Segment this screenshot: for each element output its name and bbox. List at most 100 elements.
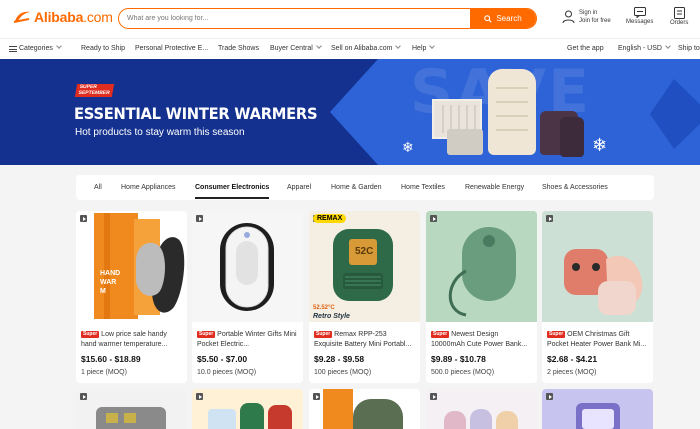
snowflake-icon: ❄ <box>592 135 608 155</box>
super-badge: Super <box>547 331 566 338</box>
video-play-icon <box>313 393 320 400</box>
product-card[interactable] <box>192 389 303 429</box>
product-moq: 500.0 pieces (MOQ) <box>431 369 495 376</box>
video-play-icon <box>196 393 203 400</box>
alibaba-logo[interactable]: Alibaba.com <box>12 9 113 25</box>
remax-brand-logo: REMAX <box>313 214 347 223</box>
video-play-icon <box>80 215 87 222</box>
product-moq: 1 piece (MOQ) <box>81 369 127 376</box>
super-september-badge: SUPER SEPTEMBER <box>74 84 115 97</box>
product-moq: 2 pieces (MOQ) <box>547 369 597 376</box>
chevron-down-icon <box>395 43 402 49</box>
temperature-label: 52.52°C <box>313 305 335 311</box>
product-title: Super Portable Winter Gifts Mini Pocket E… <box>197 331 297 348</box>
category-tabs: All Home Appliances Consumer Electronics… <box>76 175 654 200</box>
orders-icon <box>673 7 685 19</box>
product-card[interactable] <box>542 389 653 429</box>
product-card[interactable]: Super Newest Design 10000mAh Cute Power B… <box>426 211 537 383</box>
product-image <box>426 211 537 322</box>
snowflake-icon: ❄ <box>402 139 414 155</box>
product-price: $15.60 - $18.89 <box>81 354 141 364</box>
logo-text: Alibaba.com <box>34 9 113 25</box>
product-image <box>192 389 303 429</box>
video-play-icon <box>80 393 87 400</box>
tab-all[interactable]: All <box>94 184 102 191</box>
search-bar: Search <box>118 8 537 29</box>
orders-link[interactable]: Orders <box>670 7 688 26</box>
banner-headline: ESSENTIAL WINTER WARMERS <box>74 104 318 123</box>
nav-trade-shows[interactable]: Trade Shows <box>218 45 259 52</box>
product-card[interactable] <box>426 389 537 429</box>
tab-home-garden[interactable]: Home & Garden <box>331 184 382 191</box>
signin-label: Sign in <box>579 10 598 16</box>
search-icon <box>484 14 492 23</box>
nav-ship-to[interactable]: Ship to <box>678 45 700 52</box>
product-image <box>192 211 303 322</box>
nav-help[interactable]: Help <box>412 43 436 52</box>
product-image <box>542 389 653 429</box>
banner-subheadline: Hot products to stay warm this season <box>75 127 245 138</box>
product-card[interactable]: Super Portable Winter Gifts Mini Pocket E… <box>192 211 303 383</box>
product-price: $9.28 - $9.58 <box>314 354 365 364</box>
nav-ready-to-ship[interactable]: Ready to Ship <box>81 45 125 52</box>
product-card[interactable]: REMAX 52C 52.52°C Retro Style Super Remax… <box>309 211 420 383</box>
search-button[interactable]: Search <box>470 9 536 28</box>
product-price: $9.89 - $10.78 <box>431 354 486 364</box>
nav-language[interactable]: English - USD <box>618 43 671 52</box>
product-image: REMAX 52C 52.52°C Retro Style <box>309 211 420 322</box>
video-play-icon <box>430 215 437 222</box>
nav-get-app[interactable]: Get the app <box>567 45 604 52</box>
nav-ppe[interactable]: Personal Protective E... <box>135 45 208 52</box>
product-moq: 100 pieces (MOQ) <box>314 369 372 376</box>
product-title: Super Low price sale handy hand warmer te… <box>81 331 168 348</box>
product-image <box>542 211 653 322</box>
nav-categories[interactable]: Categories <box>19 43 62 52</box>
alibaba-logo-icon <box>12 9 32 25</box>
join-label: Join for free <box>579 18 611 24</box>
tab-home-appliances[interactable]: Home Appliances <box>121 184 175 191</box>
tab-consumer-electronics[interactable]: Consumer Electronics <box>195 184 270 199</box>
product-image <box>426 389 537 429</box>
signin-link[interactable]: Sign in Join for free <box>562 9 611 25</box>
tab-apparel[interactable]: Apparel <box>287 184 311 191</box>
video-play-icon <box>430 393 437 400</box>
top-header: Alibaba.com Search Sign in Join for free… <box>0 0 700 38</box>
display-readout: 52C <box>355 246 374 257</box>
video-play-icon <box>546 215 553 222</box>
product-moq: 10.0 pieces (MOQ) <box>197 369 257 376</box>
messages-label: Messages <box>626 19 654 25</box>
super-badge: Super <box>197 331 216 338</box>
product-card[interactable] <box>76 389 187 429</box>
promo-banner[interactable]: SAVE SUPER SEPTEMBER ESSENTIAL WINTER WA… <box>0 59 700 165</box>
menu-icon <box>9 46 17 52</box>
product-image <box>309 389 420 429</box>
retro-style-label: Retro Style <box>313 313 350 320</box>
product-card[interactable]: HAND WARM Super Low price sale handy hand… <box>76 211 187 383</box>
heater-image <box>447 129 483 155</box>
chevron-down-icon <box>665 43 671 49</box>
tab-home-textiles[interactable]: Home Textiles <box>401 184 445 191</box>
nav-bar: Categories Ready to Ship Personal Protec… <box>0 38 700 59</box>
chevron-down-icon <box>429 43 436 49</box>
tab-renewable-energy[interactable]: Renewable Energy <box>465 184 524 191</box>
nav-buyer-central[interactable]: Buyer Central <box>270 43 322 52</box>
search-button-label: Search <box>496 14 522 23</box>
tab-shoes-accessories[interactable]: Shoes & Accessories <box>542 184 608 191</box>
chevron-down-icon <box>315 43 322 49</box>
super-badge: Super <box>431 331 450 338</box>
super-badge: Super <box>81 331 100 338</box>
messages-link[interactable]: Messages <box>626 7 653 25</box>
super-badge: Super <box>314 331 333 338</box>
product-title: Super Remax RPP-253 Exquisite Battery Min… <box>314 331 412 348</box>
product-card[interactable]: Super OEM Christmas Gift Pocket Heater Po… <box>542 211 653 383</box>
product-card[interactable] <box>309 389 420 429</box>
product-image <box>76 389 187 429</box>
search-input[interactable] <box>119 9 470 28</box>
video-play-icon <box>196 215 203 222</box>
product-image: HAND WARM <box>76 211 187 322</box>
product-title: Super OEM Christmas Gift Pocket Heater Po… <box>547 331 647 348</box>
product-image-text: HAND WARM <box>100 270 121 295</box>
nav-sell[interactable]: Sell on Alibaba.com <box>331 43 402 52</box>
message-icon <box>633 7 646 18</box>
jacket-image <box>488 69 536 155</box>
